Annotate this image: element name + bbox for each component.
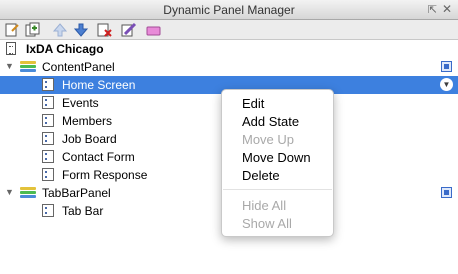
menu-separator <box>223 189 332 190</box>
state-icon <box>42 114 54 127</box>
window-title: Dynamic Panel Manager <box>163 3 295 17</box>
tree-page-row[interactable]: IxDA Chicago <box>0 40 458 58</box>
state-icon <box>42 132 54 145</box>
toolbar <box>0 20 458 40</box>
panel-visibility-checkbox[interactable] <box>441 61 452 72</box>
state-label: Job Board <box>62 132 117 146</box>
chevron-down-icon[interactable]: ▼ <box>440 78 453 91</box>
eraser-icon[interactable] <box>145 22 161 38</box>
disclosure-triangle-icon[interactable]: ▼ <box>5 187 14 197</box>
delete-icon[interactable] <box>97 22 113 38</box>
title-bar: Dynamic Panel Manager ⇱ ✕ <box>0 0 458 20</box>
page-label: IxDA Chicago <box>26 42 104 56</box>
context-menu: Edit Add State Move Up Move Down Delete … <box>221 89 334 237</box>
menu-item-edit[interactable]: Edit <box>242 96 264 111</box>
pin-icon[interactable]: ⇱ <box>428 3 437 16</box>
menu-item-move-up[interactable]: Move Up <box>242 132 294 147</box>
state-icon <box>42 204 54 217</box>
state-icon <box>42 150 54 163</box>
menu-item-move-down[interactable]: Move Down <box>242 150 311 165</box>
dynamic-panel-icon <box>20 186 36 200</box>
state-label: Contact Form <box>62 150 135 164</box>
state-label: Form Response <box>62 168 148 182</box>
move-up-icon[interactable] <box>52 22 68 38</box>
duplicate-state-icon[interactable] <box>25 22 41 38</box>
page-icon <box>6 42 16 55</box>
menu-item-show-all[interactable]: Show All <box>242 216 292 231</box>
dynamic-panel-icon <box>20 60 36 74</box>
state-label: Events <box>62 96 99 110</box>
state-label: Home Screen <box>62 78 136 92</box>
state-label: Tab Bar <box>62 204 104 218</box>
menu-item-delete[interactable]: Delete <box>242 168 280 183</box>
state-icon <box>42 96 54 109</box>
close-icon[interactable]: ✕ <box>442 2 452 16</box>
panel-visibility-checkbox[interactable] <box>441 187 452 198</box>
menu-item-hide-all[interactable]: Hide All <box>242 198 286 213</box>
state-icon <box>42 168 54 181</box>
panel-label: TabBarPanel <box>42 186 111 200</box>
state-label: Members <box>62 114 113 128</box>
add-state-icon[interactable] <box>4 22 20 38</box>
move-down-icon[interactable] <box>73 22 89 38</box>
state-icon <box>42 78 54 91</box>
edit-icon[interactable] <box>121 22 137 38</box>
tree-panel-row[interactable]: ▼ ContentPanel <box>0 58 458 76</box>
menu-item-add-state[interactable]: Add State <box>242 114 299 129</box>
disclosure-triangle-icon[interactable]: ▼ <box>5 61 14 71</box>
panel-label: ContentPanel <box>42 60 115 74</box>
